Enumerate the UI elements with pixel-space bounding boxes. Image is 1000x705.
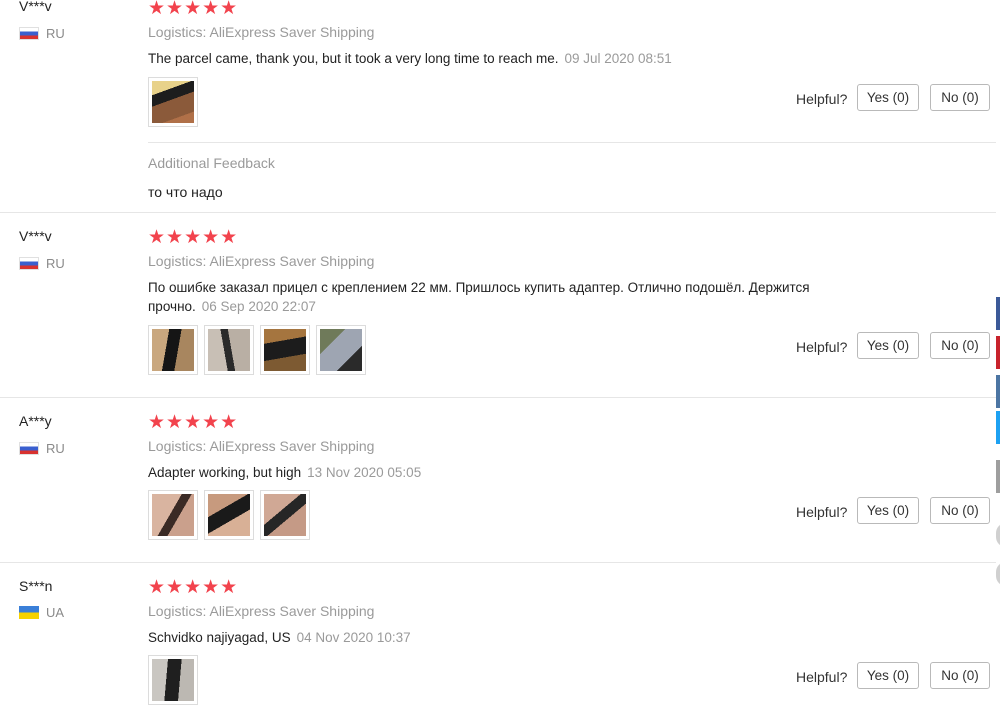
review-photo-thumbnail[interactable] — [148, 490, 198, 540]
helpful-label: Helpful? — [796, 504, 848, 520]
review-item: A***y RU ★★★★★ Logistics: AliExpress Sav… — [0, 397, 996, 563]
logistics-label: Logistics: — [148, 603, 207, 619]
review-photo-thumbnail[interactable] — [204, 490, 254, 540]
review-body: Schvidko najiyagad, US — [148, 630, 291, 645]
helpful-no-button[interactable]: No (0) — [930, 662, 990, 689]
reviewer-name: A***y — [19, 413, 52, 429]
review-photos — [148, 655, 198, 705]
logistics-label: Logistics: — [148, 253, 207, 269]
review-item: V***v RU ★★★★★ Logistics: AliExpress Sav… — [0, 212, 996, 398]
additional-feedback-text: то что надо — [148, 184, 223, 200]
additional-feedback-divider — [148, 142, 996, 143]
reviewer-country: RU — [19, 26, 65, 41]
review-date: 09 Jul 2020 08:51 — [564, 51, 672, 66]
facebook-share-icon[interactable] — [996, 297, 1000, 330]
reviewer-country: RU — [19, 256, 65, 271]
review-photos — [148, 77, 198, 127]
vk-share-icon[interactable] — [996, 375, 1000, 408]
review-photo-thumbnail[interactable] — [148, 325, 198, 375]
logistics-value: AliExpress Saver Shipping — [209, 603, 375, 619]
country-code: RU — [46, 256, 65, 271]
scroll-up-icon[interactable] — [996, 523, 1000, 547]
review-body: The parcel came, thank you, but it took … — [148, 51, 559, 66]
logistics-info: Logistics: AliExpress Saver Shipping — [148, 438, 374, 454]
helpful-yes-button[interactable]: Yes (0) — [857, 662, 919, 689]
review-body: Adapter working, but high — [148, 465, 302, 480]
helpful-no-button[interactable]: No (0) — [930, 497, 990, 524]
russia-flag-icon — [19, 27, 39, 40]
review-date: 04 Nov 2020 10:37 — [296, 630, 411, 645]
star-rating: ★★★★★ — [148, 0, 239, 19]
helpful-no-button[interactable]: No (0) — [930, 84, 990, 111]
logistics-value: AliExpress Saver Shipping — [209, 253, 375, 269]
logistics-value: AliExpress Saver Shipping — [209, 438, 375, 454]
logistics-info: Logistics: AliExpress Saver Shipping — [148, 24, 374, 40]
reviewer-country: RU — [19, 441, 65, 456]
review-text: По ошибке заказал прицел с креплением 22… — [148, 278, 858, 316]
scroll-down-icon[interactable] — [996, 562, 1000, 586]
review-text: The parcel came, thank you, but it took … — [148, 49, 858, 68]
review-photo-thumbnail[interactable] — [316, 325, 366, 375]
logistics-info: Logistics: AliExpress Saver Shipping — [148, 603, 374, 619]
russia-flag-icon — [19, 442, 39, 455]
helpful-no-button[interactable]: No (0) — [930, 332, 990, 359]
country-code: RU — [46, 26, 65, 41]
review-photos — [148, 325, 366, 375]
helpful-yes-button[interactable]: Yes (0) — [857, 332, 919, 359]
review-date: 06 Sep 2020 22:07 — [201, 299, 316, 314]
twitter-share-icon[interactable] — [996, 411, 1000, 444]
additional-feedback-label: Additional Feedback — [148, 155, 275, 171]
reviewer-name: V***v — [19, 0, 52, 14]
review-photo-thumbnail[interactable] — [204, 325, 254, 375]
review-text: Adapter working, but high 13 Nov 2020 05:… — [148, 463, 858, 482]
logistics-label: Logistics: — [148, 24, 207, 40]
review-text: Schvidko najiyagad, US 04 Nov 2020 10:37 — [148, 628, 858, 647]
helpful-yes-button[interactable]: Yes (0) — [857, 497, 919, 524]
review-photo-thumbnail[interactable] — [260, 325, 310, 375]
star-rating: ★★★★★ — [148, 577, 239, 598]
review-photos — [148, 490, 310, 540]
reviewer-name: V***v — [19, 228, 52, 244]
review-photo-thumbnail[interactable] — [148, 655, 198, 705]
logistics-label: Logistics: — [148, 438, 207, 454]
reviewer-name: S***n — [19, 578, 53, 594]
review-date: 13 Nov 2020 05:05 — [307, 465, 422, 480]
russia-flag-icon — [19, 257, 39, 270]
pinterest-share-icon[interactable] — [996, 336, 1000, 369]
more-share-icon[interactable] — [996, 460, 1000, 493]
country-code: RU — [46, 441, 65, 456]
review-photo-thumbnail[interactable] — [148, 77, 198, 127]
helpful-label: Helpful? — [796, 91, 848, 107]
helpful-yes-button[interactable]: Yes (0) — [857, 84, 919, 111]
star-rating: ★★★★★ — [148, 227, 239, 248]
logistics-info: Logistics: AliExpress Saver Shipping — [148, 253, 374, 269]
review-item: V***v RU ★★★★★ Logistics: AliExpress Sav… — [0, 0, 996, 213]
review-photo-thumbnail[interactable] — [260, 490, 310, 540]
ukraine-flag-icon — [19, 606, 39, 619]
review-item: S***n UA ★★★★★ Logistics: AliExpress Sav… — [0, 562, 996, 705]
helpful-label: Helpful? — [796, 339, 848, 355]
logistics-value: AliExpress Saver Shipping — [209, 24, 375, 40]
star-rating: ★★★★★ — [148, 412, 239, 433]
reviewer-country: UA — [19, 605, 64, 620]
country-code: UA — [46, 605, 65, 620]
helpful-label: Helpful? — [796, 669, 848, 685]
